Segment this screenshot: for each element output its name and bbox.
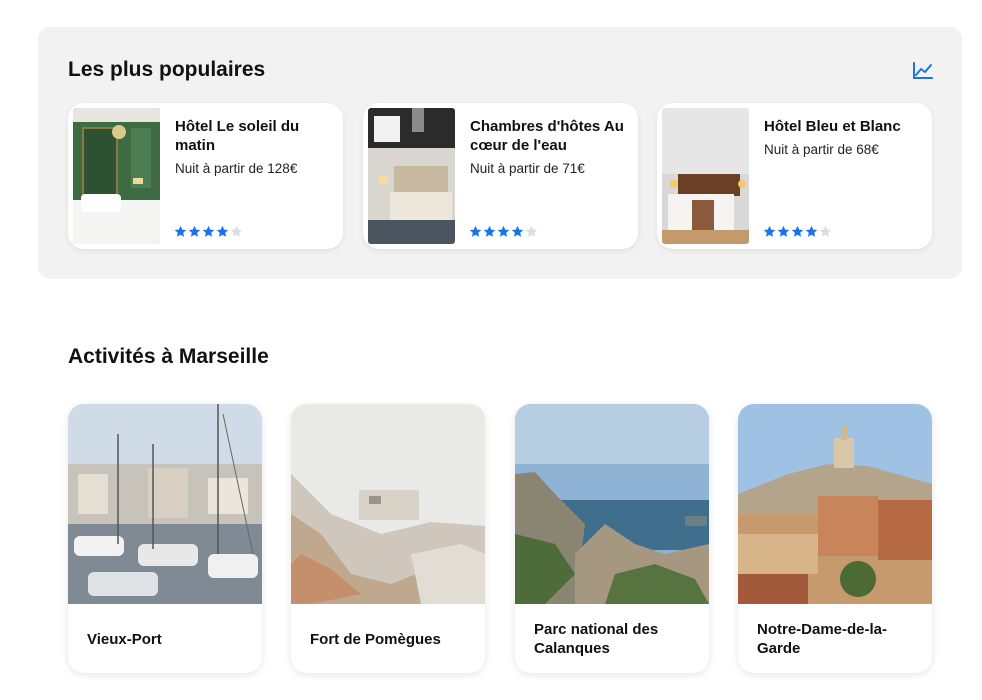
activity-photo [515, 404, 709, 604]
hotel-card[interactable]: Hôtel Le soleil du matin Nuit à partir d… [68, 103, 343, 249]
star-filled-icon [511, 225, 524, 238]
star-filled-icon [469, 225, 482, 238]
activity-name: Notre-Dame-de-la-Garde [757, 621, 888, 657]
chart-line-icon[interactable] [912, 61, 934, 81]
star-filled-icon [188, 225, 201, 238]
activity-photo [68, 404, 262, 604]
hotel-card[interactable]: Hôtel Bleu et Blanc Nuit à partir de 68€ [657, 103, 932, 249]
hotel-name: Hôtel Bleu et Blanc [764, 118, 901, 135]
activity-photo [738, 404, 932, 604]
star-filled-icon [174, 225, 187, 238]
hotel-price: Nuit à partir de 68€ [764, 142, 879, 157]
star-rating [174, 225, 243, 238]
activity-name: Vieux-Port [87, 631, 162, 648]
star-filled-icon [777, 225, 790, 238]
hotel-name: Chambres d'hôtes Au cœur de l'eau [470, 118, 624, 154]
star-filled-icon [483, 225, 496, 238]
hotel-price: Nuit à partir de 71€ [470, 161, 585, 176]
star-filled-icon [805, 225, 818, 238]
activities-title: Activités à Marseille [68, 345, 269, 368]
star-filled-icon [216, 225, 229, 238]
activity-card[interactable]: Fort de Pomègues [291, 404, 485, 673]
star-filled-icon [763, 225, 776, 238]
star-empty-icon [525, 225, 538, 238]
popular-section: Les plus populaires Hôtel Le soleil du m… [38, 27, 962, 279]
star-empty-icon [230, 225, 243, 238]
activity-name: Fort de Pomègues [310, 631, 441, 648]
star-filled-icon [497, 225, 510, 238]
hotel-name: Hôtel Le soleil du matin [175, 118, 300, 154]
hotel-photo [662, 108, 749, 244]
activity-card[interactable]: Notre-Dame-de-la-Garde [738, 404, 932, 673]
star-empty-icon [819, 225, 832, 238]
star-filled-icon [202, 225, 215, 238]
star-rating [763, 225, 832, 238]
hotel-card[interactable]: Chambres d'hôtes Au cœur de l'eau Nuit à… [363, 103, 638, 249]
hotel-photo [73, 108, 160, 244]
hotel-price: Nuit à partir de 128€ [175, 161, 298, 176]
star-filled-icon [791, 225, 804, 238]
activity-card[interactable]: Parc national des Calanques [515, 404, 709, 673]
popular-title: Les plus populaires [68, 58, 266, 81]
activity-name: Parc national des Calanques [534, 621, 659, 657]
star-rating [469, 225, 538, 238]
activity-photo [291, 404, 485, 604]
activity-card[interactable]: Vieux-Port [68, 404, 262, 673]
hotel-photo [368, 108, 455, 244]
